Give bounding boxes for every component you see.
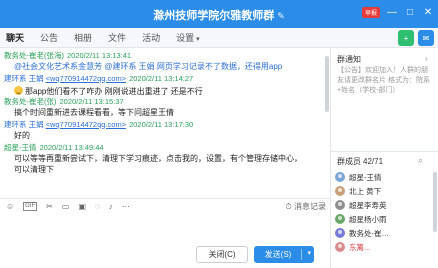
search-icon[interactable]: ⌕ — [418, 155, 423, 166]
tab-activity[interactable]: 活动 — [142, 31, 160, 47]
member-item[interactable]: 北上 黄下 — [335, 184, 435, 198]
avatar — [335, 186, 345, 196]
avatar — [335, 200, 345, 210]
close-button[interactable]: 关闭(C) — [196, 246, 248, 263]
tab-settings[interactable]: 设置 ▾ — [176, 31, 200, 47]
member-name: 超星杨小雨 — [349, 214, 387, 224]
send-divider — [301, 249, 302, 260]
tab-bar: 聊天 公告 相册 文件 活动 设置 ▾ + ✉ — [0, 28, 438, 48]
tab-files[interactable]: 文件 — [108, 31, 126, 47]
minimize-button[interactable]: — — [386, 6, 398, 18]
message-input[interactable] — [0, 214, 330, 242]
sidebar-divider — [331, 151, 438, 152]
sender-email[interactable]: <wq770914472qq.com> — [46, 120, 126, 129]
avatar — [335, 214, 345, 224]
tab-notice[interactable]: 公告 — [40, 31, 58, 47]
send-label: 发送(S) — [264, 250, 292, 259]
message-time: 2020/2/11 13:14:27 — [129, 74, 194, 83]
chat-scrollbar[interactable] — [325, 56, 329, 112]
chevron-right-icon[interactable]: › — [425, 54, 428, 63]
message-item: 教务处-崔老(张海) 2020/2/11 13:13:41 @社会文化艺术系金慧芳… — [4, 51, 326, 72]
message-text: @社会文化艺术系金慧芳 @建环系 王娟 网页学习记录不了数据，还得用app — [14, 62, 283, 71]
member-name: 北上 黄下 — [349, 186, 382, 196]
members-count: 42/71 — [363, 157, 384, 166]
message-time: 2020/2/11 13:49:44 — [39, 143, 104, 152]
avatar — [335, 242, 345, 252]
message-item: 那app他们看不了咋办 刚刚说进出重进了 还是不行 教务处-崔老(张) 2020/… — [4, 86, 326, 118]
sender-name[interactable]: 教务处-崔老(张海) — [4, 51, 64, 60]
notice-title: 群通知 — [337, 55, 361, 64]
message-time: 2020/2/11 13:17:30 — [129, 120, 194, 129]
mic-icon[interactable]: ♪ — [109, 202, 113, 211]
group-sidebar: 群通知 › 【公告】欢迎加入！人群的朋友请更改群名片 格式为：院系+姓名（学校-部… — [330, 48, 438, 268]
chevron-down-icon: ▾ — [196, 36, 200, 43]
image-icon[interactable]: ▣ — [78, 202, 86, 211]
member-name: 教务处-崔… — [349, 228, 389, 238]
tab-settings-label: 设置 — [176, 33, 195, 43]
shake-icon[interactable]: ◌ — [95, 202, 100, 211]
history-label: 消息记录 — [294, 202, 326, 211]
message-list: 教务处-崔老(张海) 2020/2/11 13:13:41 @社会文化艺术系金慧芳… — [0, 48, 330, 196]
close-window-button[interactable]: ✕ — [422, 6, 434, 18]
input-toolbar: ☺ GIF ✂ ▭ ▣ ◌ ♪ ⋯ ⏱ 消息记录 — [0, 198, 330, 214]
avatar — [335, 228, 345, 238]
group-name: 滁州技师学院尔雅教师群 — [153, 10, 275, 22]
member-name: 超星-王倩 — [349, 172, 382, 182]
member-item[interactable]: 超星-王倩 — [335, 170, 435, 184]
sender-email[interactable]: <wq770914472qq.com> — [46, 74, 126, 83]
member-name: 超星李寿英 — [349, 200, 387, 210]
maximize-button[interactable]: □ — [404, 6, 416, 18]
chat-bubble-icon[interactable]: ✉ — [418, 30, 434, 46]
member-item[interactable]: 超星李寿英 — [335, 198, 435, 212]
sender-name[interactable]: 建环系 王娟 — [4, 74, 44, 83]
members-title: 群成员 — [337, 157, 361, 166]
message-text: 好的 — [14, 131, 30, 140]
history-link[interactable]: ⏱ 消息记录 — [286, 201, 326, 212]
send-button[interactable]: 发送(S) ▾ — [254, 246, 314, 263]
members-header: 群成员 42/71 — [337, 156, 383, 167]
message-item: 建环系 王娟 <wq770914472qq.com> 2020/2/11 13:17… — [4, 120, 326, 141]
message-text: 搞个时间重新进去课程看看，等下问超星王倩 — [14, 108, 174, 117]
news-badge[interactable]: 早报 — [361, 6, 380, 18]
pencil-icon[interactable]: ✎ — [277, 11, 285, 22]
gif-icon[interactable]: GIF — [23, 202, 38, 211]
smile-emoji-icon — [14, 86, 23, 95]
bottom-bar: 关闭(C) 发送(S) ▾ — [0, 242, 330, 268]
notice-text: 【公告】欢迎加入！人群的朋友请更改群名片 格式为：院系+姓名（学校-部门） — [337, 67, 430, 94]
sender-name[interactable]: 建环系 王娟 — [4, 120, 44, 129]
tab-chat[interactable]: 聊天 — [6, 31, 24, 47]
plus-icon[interactable]: + — [398, 30, 414, 46]
member-item[interactable]: 超星杨小雨 — [335, 212, 435, 226]
message-text: 那app他们看不了咋办 刚刚说进出重进了 还是不行 — [25, 87, 203, 96]
message-time: 2020/2/11 13:15:37 — [59, 97, 124, 106]
member-name: 东篱... — [349, 242, 371, 252]
message-text: 可以等等再重新尝试下，清理下学习痕迹，点击我的，设置，有个管理存储中心，可以清理… — [14, 154, 302, 174]
member-list: 超星-王倩 北上 黄下 超星李寿英 超星杨小雨 教务处-崔… 东篱... — [335, 170, 435, 254]
scissors-icon[interactable]: ✂ — [46, 202, 53, 211]
tab-album[interactable]: 相册 — [74, 31, 92, 47]
sender-name[interactable]: 超星-王倩 — [4, 143, 37, 152]
message-item: 建环系 王娟 <wq770914472qq.com> 2020/2/11 13:14… — [4, 74, 326, 84]
message-time: 2020/2/11 13:13:41 — [67, 51, 132, 60]
folder-icon[interactable]: ▭ — [62, 202, 70, 211]
chevron-down-icon[interactable]: ▾ — [307, 249, 311, 257]
title-bar: 滁州技师学院尔雅教师群 ✎ 早报 — □ ✕ — [0, 0, 438, 28]
sender-name[interactable]: 教务处-崔老(张) — [4, 97, 57, 106]
member-item[interactable]: 教务处-崔… — [335, 226, 435, 240]
member-scrollbar[interactable] — [433, 172, 437, 232]
notice-header[interactable]: 群通知 › — [337, 54, 428, 65]
message-item: 超星-王倩 2020/2/11 13:49:44 可以等等再重新尝试下，清理下学习… — [4, 143, 326, 175]
member-item[interactable]: 东篱... — [335, 240, 435, 254]
more-icon[interactable]: ⋯ — [122, 202, 130, 211]
avatar — [335, 172, 345, 182]
smile-icon[interactable]: ☺ — [6, 202, 14, 211]
